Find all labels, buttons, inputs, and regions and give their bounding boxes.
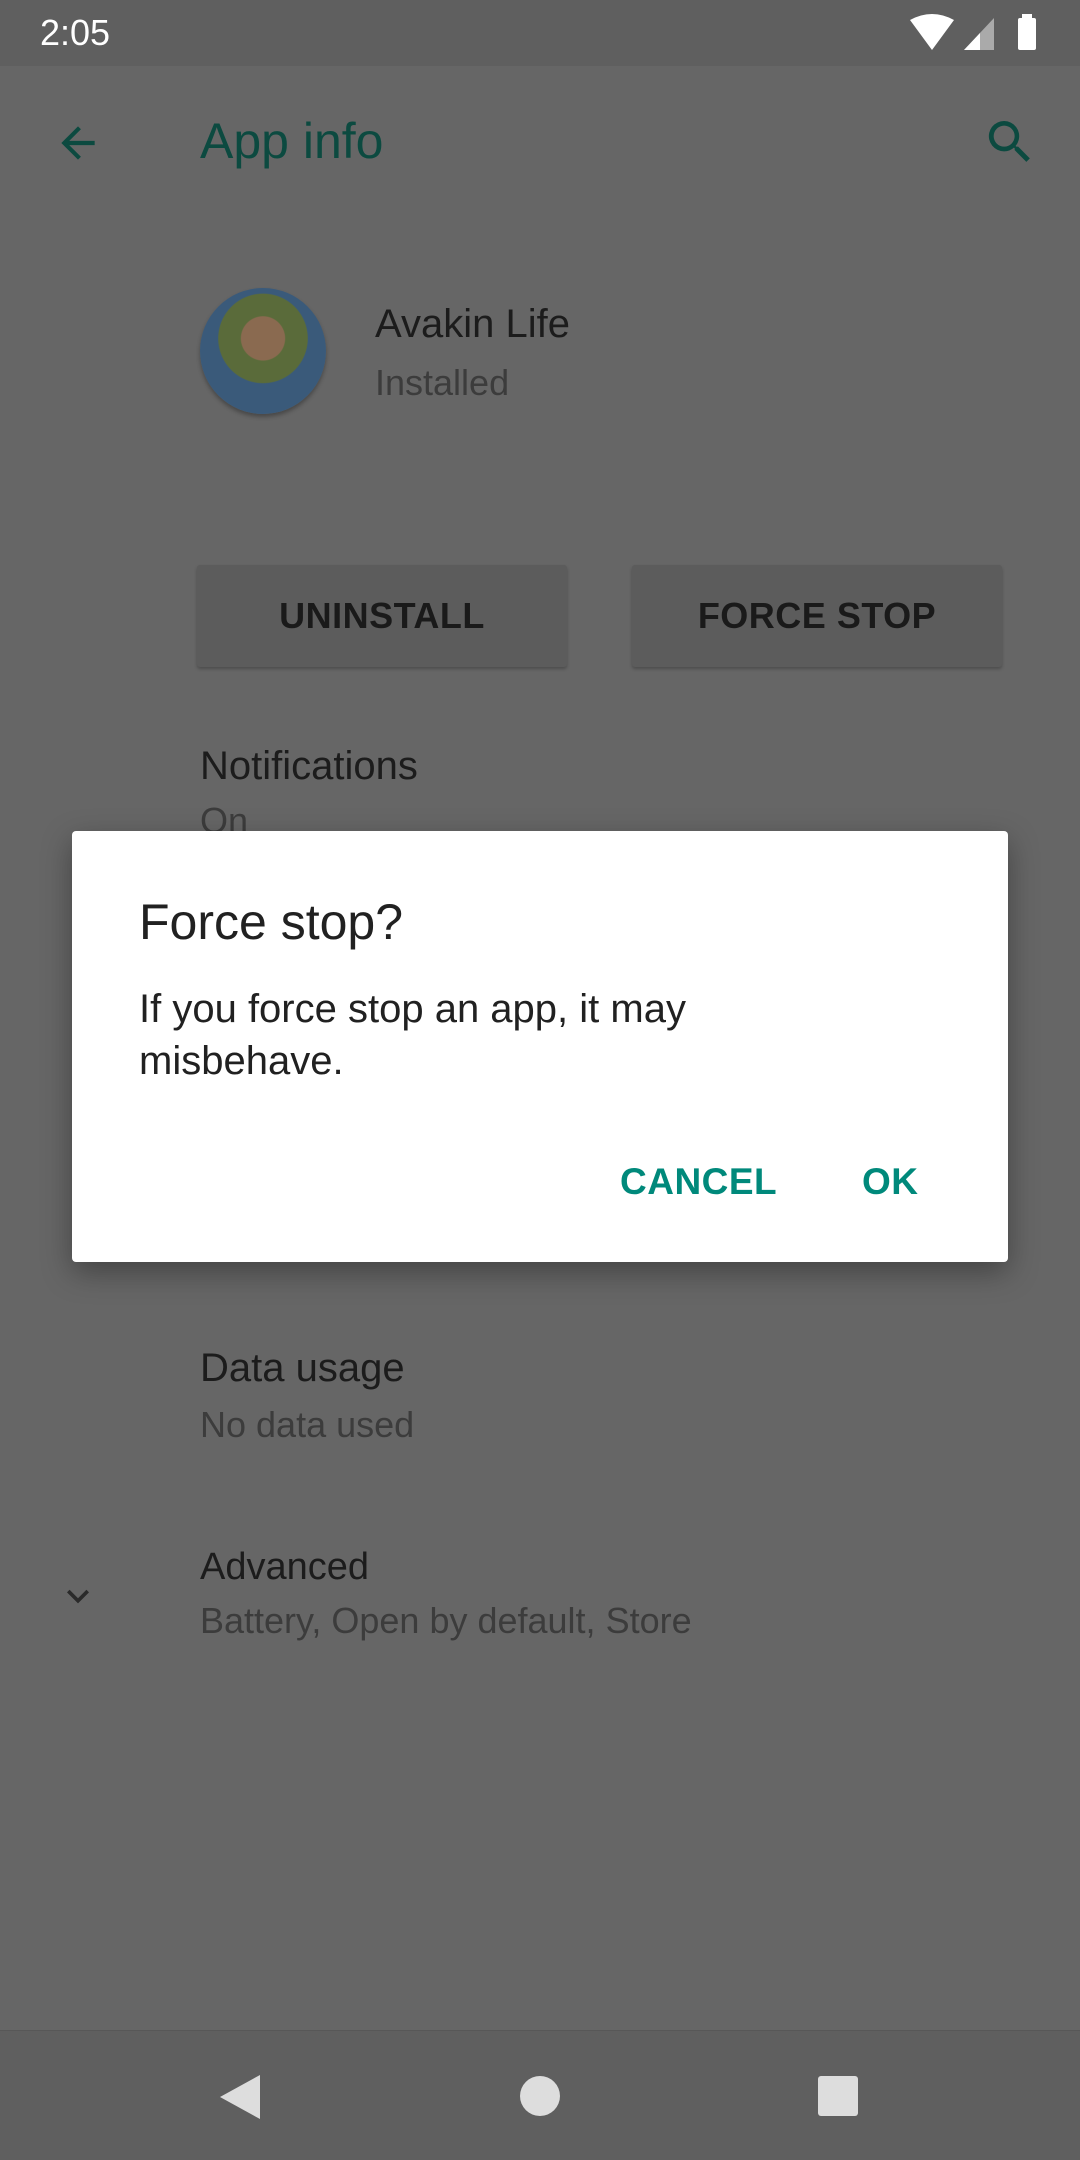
status-time: 2:05 xyxy=(40,12,111,53)
item-title: Advanced xyxy=(200,1546,370,1588)
item-subtitle: Battery, Open by default, Store xyxy=(200,1600,692,1641)
settings-item-data-usage[interactable]: Data usage No data used xyxy=(0,1340,1080,1460)
nav-back-icon[interactable] xyxy=(218,2073,262,2121)
force-stop-dialog: Force stop? If you force stop an app, it… xyxy=(72,831,1008,1262)
chevron-down-icon xyxy=(67,1589,89,1604)
status-icons xyxy=(910,14,1036,50)
navigation-bar xyxy=(0,2030,1080,2160)
app-icon xyxy=(200,288,326,414)
search-icon[interactable] xyxy=(982,114,1038,170)
nav-home-icon[interactable] xyxy=(520,2076,560,2116)
item-title: Data usage xyxy=(200,1346,405,1390)
page-title: App info xyxy=(200,113,384,169)
dialog-message: If you force stop an app, it may misbeha… xyxy=(139,987,686,1083)
app-status: Installed xyxy=(375,362,510,403)
wifi-icon xyxy=(910,14,954,50)
item-title: Notifications xyxy=(200,744,418,788)
uninstall-button[interactable]: UNINSTALL xyxy=(197,565,567,667)
status-bar: 2:05 xyxy=(0,0,1080,66)
nav-recents-icon[interactable] xyxy=(818,2076,858,2116)
cancel-button[interactable]: CANCEL xyxy=(620,1161,777,1203)
dialog-title: Force stop? xyxy=(139,894,404,950)
settings-item-advanced[interactable]: Advanced Battery, Open by default, Store xyxy=(0,1540,1080,1660)
app-name: Avakin Life xyxy=(375,302,570,346)
battery-icon xyxy=(1018,18,1036,50)
ok-button[interactable]: OK xyxy=(862,1161,919,1203)
arrow-back-icon[interactable] xyxy=(52,118,104,168)
item-subtitle: No data used xyxy=(200,1404,415,1445)
force-stop-button[interactable]: FORCE STOP xyxy=(632,565,1002,667)
